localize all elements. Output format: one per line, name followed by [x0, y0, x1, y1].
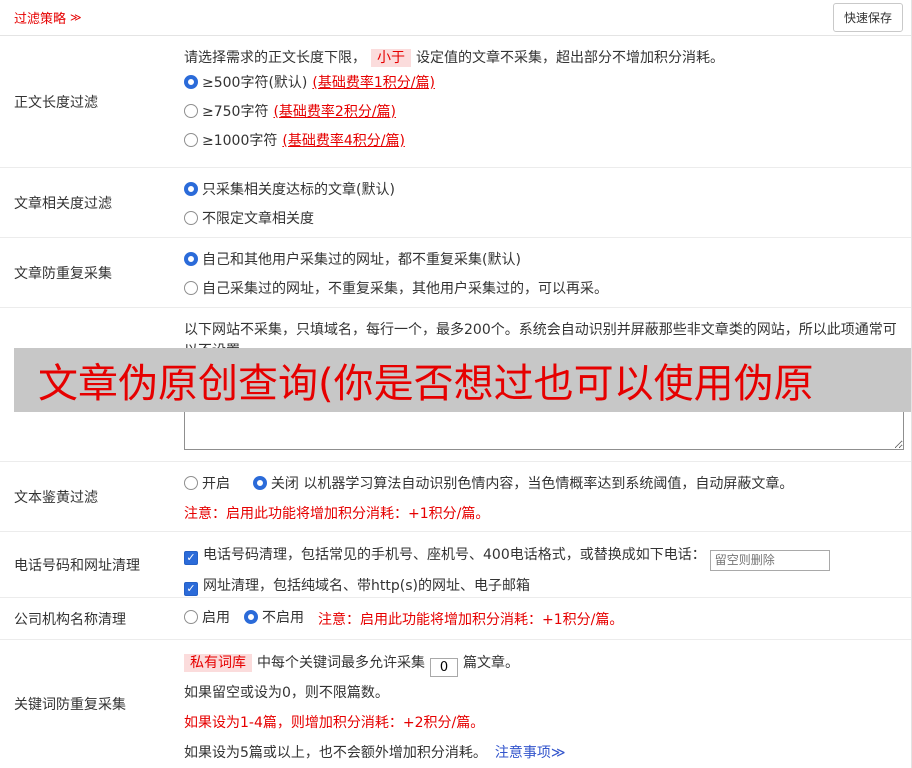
radio-option-1000-chars[interactable]: ≥1000字符 (基础费率4积分/篇)	[184, 127, 904, 156]
keyword-count-input[interactable]	[430, 658, 458, 677]
radio-icon[interactable]	[244, 610, 258, 624]
line1-mid: 中每个关键词最多允许采集	[257, 655, 425, 671]
phone-url-cleanup-content: 电话号码清理，包括常见的手机号、座机号、400电话格式，或替换成如下电话： 网址…	[170, 532, 911, 597]
option-label: ≥500字符(默认)	[202, 75, 308, 91]
option-label: 只采集相关度达标的文章(默认)	[202, 182, 395, 198]
radio-icon[interactable]	[184, 75, 198, 89]
checkbox-icon[interactable]	[184, 581, 198, 596]
row-company-cleanup: 公司机构名称清理 启用 不启用 注意：启用此功能将增加积分消耗：+1积分/篇。	[0, 598, 911, 640]
row-content-length-filter: 正文长度过滤 请选择需求的正文长度下限， 小于 设定值的文章不采集，超出部分不增加积…	[0, 36, 911, 168]
radio-option-global-dedup[interactable]: 自己和其他用户采集过的网址，都不重复采集(默认)	[184, 246, 904, 275]
radio-icon[interactable]	[252, 476, 267, 490]
company-cleanup-content: 启用 不启用 注意：启用此功能将增加积分消耗：+1积分/篇。	[170, 598, 911, 639]
collapse-arrow-icon: ≫	[70, 11, 82, 24]
keyword-dedup-label: 关键词防重复采集	[14, 697, 126, 713]
relevance-filter-label: 文章相关度过滤	[14, 195, 112, 212]
option-label: 自己和其他用户采集过的网址，都不重复采集(默认)	[202, 252, 521, 268]
page-title-text: 过滤策略	[14, 12, 67, 27]
notice-link[interactable]: 注意事项≫	[495, 745, 566, 761]
option-label: ≥750字符	[202, 104, 269, 120]
option-label: 自己采集过的网址，不重复采集，其他用户采集过的，可以再采。	[202, 281, 608, 297]
radio-icon[interactable]	[184, 211, 198, 225]
option-label: 不限定文章相关度	[202, 211, 314, 227]
radio-icon[interactable]	[184, 610, 198, 624]
phone-url-cleanup-label: 电话号码和网址清理	[14, 557, 140, 574]
option-label: 开启	[202, 476, 230, 492]
radio-option-relevant-only[interactable]: 只采集相关度达标的文章(默认)	[184, 176, 904, 205]
porn-filter-options: 开启 关闭 以机器学习算法自动识别色情内容，当色情概率达到系统阈值，自动屏蔽文章…	[184, 470, 904, 499]
dedup-filter-label: 文章防重复采集	[14, 265, 112, 282]
keyword-dedup-line4: 如果设为5篇或以上，也不会额外增加积分消耗。 注意事项≫	[184, 738, 904, 768]
porn-filter-description: 以机器学习算法自动识别色情内容，当色情概率达到系统阈值，自动屏蔽文章。	[303, 476, 794, 492]
keyword-dedup-line1: 私有词库中每个关键词最多允许采集 篇文章。	[184, 648, 904, 678]
replacement-phone-input[interactable]	[709, 549, 830, 571]
radio-icon[interactable]	[184, 104, 198, 118]
row-porn-filter: 文本鉴黄过滤 开启 关闭 以机器学习算法自动识别色情内容，当色情概率达到系统阈值…	[0, 462, 911, 532]
option-label: 启用	[202, 610, 230, 626]
radio-option-no-relevance-limit[interactable]: 不限定文章相关度	[184, 205, 904, 234]
line4-text: 如果设为5篇或以上，也不会额外增加积分消耗。	[184, 745, 487, 761]
fee-note: (基础费率1积分/篇)	[312, 75, 435, 91]
content-length-intro: 请选择需求的正文长度下限， 小于 设定值的文章不采集，超出部分不增加积分消耗。	[184, 48, 904, 69]
content-length-filter-content: 请选择需求的正文长度下限， 小于 设定值的文章不采集，超出部分不增加积分消耗。 ≥5…	[170, 36, 911, 167]
promo-overlay-banner: 文章伪原创查询(你是否想过也可以使用伪原	[14, 348, 911, 412]
radio-icon[interactable]	[184, 252, 198, 266]
promo-overlay-text: 文章伪原创查询(你是否想过也可以使用伪原	[38, 361, 814, 407]
row-phone-url-cleanup: 电话号码和网址清理 电话号码清理，包括常见的手机号、座机号、400电话格式，或替…	[0, 532, 911, 598]
relevance-filter-content: 只采集相关度达标的文章(默认) 不限定文章相关度	[170, 168, 911, 237]
company-cleanup-label: 公司机构名称清理	[14, 611, 126, 628]
radio-option-porn-off[interactable]: 关闭	[252, 476, 299, 492]
radio-option-500-chars[interactable]: ≥500字符(默认) (基础费率1积分/篇)	[184, 69, 904, 98]
line1-after: 篇文章。	[463, 655, 519, 671]
porn-filter-note: 注意：启用此功能将增加积分消耗：+1积分/篇。	[184, 506, 490, 522]
private-thesaurus-highlight[interactable]: 私有词库	[184, 654, 252, 672]
quick-save-button[interactable]: 快速保存	[832, 3, 903, 32]
radio-option-own-dedup[interactable]: 自己采集过的网址，不重复采集，其他用户采集过的，可以再采。	[184, 275, 904, 304]
row-keyword-dedup: 关键词防重复采集 私有词库中每个关键词最多允许采集 篇文章。 如果留空或设为0，则…	[0, 640, 911, 768]
row-dedup-filter: 文章防重复采集 自己和其他用户采集过的网址，都不重复采集(默认) 自己采集过的网…	[0, 238, 911, 308]
dedup-filter-content: 自己和其他用户采集过的网址，都不重复采集(默认) 自己采集过的网址，不重复采集，…	[170, 238, 911, 307]
radio-icon[interactable]	[184, 182, 198, 196]
phone-cleanup-label: 电话号码清理，包括常见的手机号、座机号、400电话格式，或替换成如下电话：	[203, 547, 706, 563]
radio-option-750-chars[interactable]: ≥750字符 (基础费率2积分/篇)	[184, 98, 904, 127]
porn-filter-label: 文本鉴黄过滤	[14, 489, 98, 506]
radio-icon[interactable]	[184, 133, 198, 147]
intro-after: 设定值的文章不采集，超出部分不增加积分消耗。	[416, 50, 724, 66]
radio-icon[interactable]	[184, 476, 198, 490]
radio-option-company-enable[interactable]: 启用	[184, 604, 230, 633]
url-cleanup-option[interactable]: 网址清理，包括纯域名、带http(s)的网址、电子邮箱	[184, 571, 904, 601]
radio-option-company-disable[interactable]: 不启用	[244, 604, 304, 633]
option-label: ≥1000字符	[202, 133, 278, 149]
content-length-filter-label: 正文长度过滤	[14, 94, 98, 111]
fee-note: (基础费率4积分/篇)	[282, 133, 405, 149]
url-cleanup-label: 网址清理，包括纯域名、带http(s)的网址、电子邮箱	[203, 577, 530, 594]
keyword-dedup-content: 私有词库中每个关键词最多允许采集 篇文章。 如果留空或设为0，则不限篇数。 如果设…	[170, 640, 911, 768]
keyword-dedup-line2: 如果留空或设为0，则不限篇数。	[184, 685, 389, 701]
option-label: 关闭	[270, 476, 299, 492]
page-title[interactable]: 过滤策略 ≫	[14, 8, 82, 27]
radio-icon[interactable]	[184, 281, 198, 295]
option-label: 不启用	[262, 610, 304, 626]
less-than-highlight: 小于	[371, 49, 411, 67]
phone-cleanup-option[interactable]: 电话号码清理，包括常见的手机号、座机号、400电话格式，或替换成如下电话：	[184, 540, 904, 571]
company-cleanup-note: 注意：启用此功能将增加积分消耗：+1积分/篇。	[318, 611, 624, 628]
page-header: 过滤策略 ≫ 快速保存	[0, 0, 911, 36]
keyword-dedup-line3: 如果设为1-4篇，则增加积分消耗：+2积分/篇。	[184, 715, 485, 731]
radio-option-porn-on[interactable]: 开启	[184, 476, 230, 492]
checkbox-icon[interactable]	[184, 551, 198, 565]
row-relevance-filter: 文章相关度过滤 只采集相关度达标的文章(默认) 不限定文章相关度	[0, 168, 911, 238]
filter-strategy-page: 过滤策略 ≫ 快速保存 正文长度过滤 请选择需求的正文长度下限， 小于 设定值的文章…	[0, 0, 912, 768]
fee-note: (基础费率2积分/篇)	[273, 104, 397, 120]
intro-before: 请选择需求的正文长度下限，	[184, 50, 366, 66]
porn-filter-content: 开启 关闭 以机器学习算法自动识别色情内容，当色情概率达到系统阈值，自动屏蔽文章…	[170, 462, 911, 531]
